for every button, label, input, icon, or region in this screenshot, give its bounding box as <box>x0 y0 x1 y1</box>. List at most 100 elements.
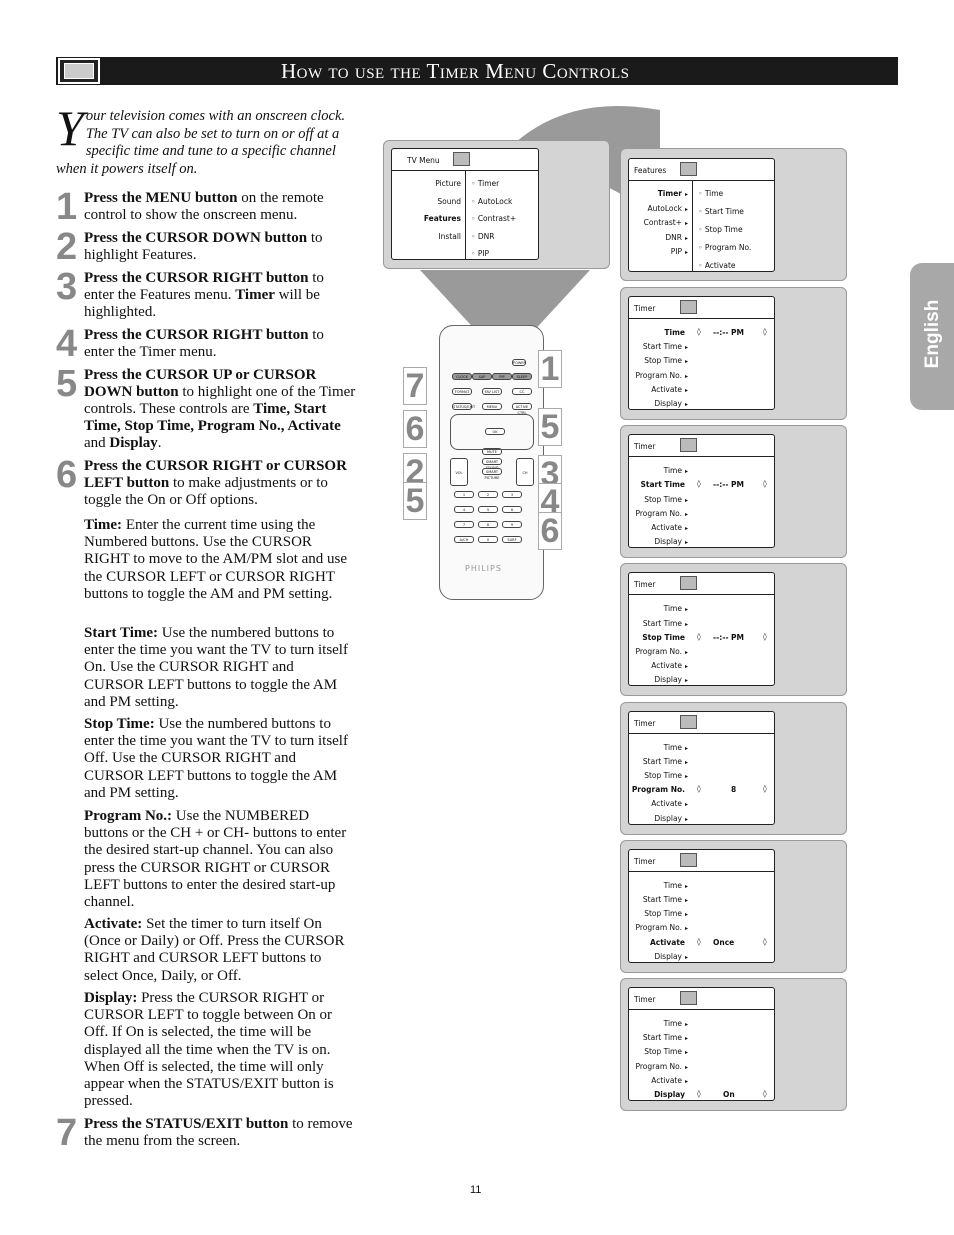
submenu-item: ◦ Activate <box>698 261 736 270</box>
menu-item[interactable]: Start Time ▸ <box>629 619 688 628</box>
menu-icon <box>680 576 697 591</box>
menu-item[interactable]: Program No. ▸ <box>629 647 689 656</box>
menu-item[interactable]: Program No. ▸ <box>629 509 689 518</box>
step-7: 7 Press the STATUS/EXIT button to remove … <box>56 1113 356 1153</box>
step-text: Press the CURSOR RIGHT button to enter t… <box>84 327 356 361</box>
menu-item[interactable]: Program No. <box>629 785 688 794</box>
menu-item[interactable]: AutoLock ▸ <box>629 204 688 213</box>
callout-number: 6 <box>538 512 562 550</box>
arrow-right-icon: ▸ <box>684 953 688 961</box>
volume-rocker[interactable]: VOL <box>450 458 468 486</box>
setting-value: On <box>723 1090 735 1099</box>
step-rest3: . <box>157 435 162 451</box>
menu-item[interactable]: Stop Time ▸ <box>629 909 688 918</box>
menu-item[interactable]: Picture <box>392 179 461 188</box>
menu-item[interactable]: Stop Time ▸ <box>629 356 688 365</box>
menu-item[interactable]: Stop Time ▸ <box>629 495 688 504</box>
menu-item[interactable]: Display ▸ <box>629 814 688 823</box>
remote-button[interactable]: SAP <box>472 373 492 380</box>
remote-button[interactable]: FORMAT <box>452 388 472 395</box>
menu-item[interactable]: Activate <box>629 938 688 947</box>
remote-button[interactable]: 1 <box>454 491 474 498</box>
menu-item[interactable]: Install <box>392 232 461 241</box>
menu-item[interactable]: Time ▸ <box>629 604 688 613</box>
remote-button[interactable]: MENU <box>482 403 502 410</box>
remote-button[interactable]: CC <box>512 388 532 395</box>
menu-item[interactable]: Program No. ▸ <box>629 1062 689 1071</box>
remote-button[interactable]: 5 <box>478 506 498 513</box>
menu-item[interactable]: Display <box>629 1090 688 1099</box>
remote-button[interactable]: ACTIVE CTRL <box>512 403 532 415</box>
menu-item[interactable]: Activate ▸ <box>629 661 688 670</box>
remote-button[interactable]: 9 <box>502 521 522 528</box>
remote-button[interactable]: 0 <box>478 536 498 543</box>
bullet-icon: ◦ <box>471 249 478 258</box>
remote-button[interactable]: 6 <box>502 506 522 513</box>
menu-item[interactable]: Time ▸ <box>629 1019 688 1028</box>
arrow-right-icon: ▸ <box>684 191 688 198</box>
remote-button[interactable]: SMART SOUND <box>482 458 502 470</box>
arrow-right-icon: ▸ <box>684 539 688 547</box>
remote-button[interactable]: FAV LIST <box>482 388 502 395</box>
menu-item[interactable]: Display ▸ <box>629 952 688 961</box>
channel-rocker[interactable]: CH <box>516 458 534 486</box>
menu-icon <box>680 714 697 729</box>
step-text: Press the CURSOR UP or CURSOR DOWN butto… <box>84 367 356 452</box>
remote-button[interactable]: SURF <box>502 536 522 543</box>
step-bold: Press the CURSOR RIGHT button <box>84 270 309 286</box>
menu-item[interactable]: Time ▸ <box>629 743 688 752</box>
step-rest2: and <box>84 435 110 451</box>
menu-item[interactable]: Sound <box>392 197 461 206</box>
menu-item[interactable]: Time ▸ <box>629 466 688 475</box>
setting-value: Once <box>713 937 735 947</box>
menu-item[interactable]: Stop Time ▸ <box>629 1047 688 1056</box>
menu-item[interactable]: Activate ▸ <box>629 523 688 532</box>
arrow-right-icon: ▸ <box>684 606 688 614</box>
menu-item[interactable]: DNR ▸ <box>629 233 688 242</box>
step-number: 5 <box>56 363 78 405</box>
menu-item[interactable]: Features <box>392 214 461 223</box>
menu-item[interactable]: Start Time ▸ <box>629 342 688 351</box>
setting-value: --:-- PM <box>713 480 745 490</box>
menu-item[interactable]: Activate ▸ <box>629 799 688 808</box>
menu-item[interactable]: Display ▸ <box>629 399 688 408</box>
menu-item[interactable]: Start Time ▸ <box>629 895 688 904</box>
arrow-right-icon: ▸ <box>684 1063 688 1071</box>
remote-button[interactable]: CLOCK <box>452 373 472 380</box>
menu-item[interactable]: Activate ▸ <box>629 1076 688 1085</box>
menu-item[interactable]: Contrast+ ▸ <box>629 218 688 227</box>
remote-button[interactable]: SMART PICTURE <box>482 468 502 480</box>
remote-button[interactable]: 2 <box>478 491 498 498</box>
remote-button[interactable]: STATUS/EXIT <box>452 403 475 410</box>
submenu-item: ◦ AutoLock <box>471 196 513 206</box>
remote-button[interactable]: A/CH <box>454 536 474 543</box>
remote-button[interactable]: 7 <box>454 521 474 528</box>
remote-button[interactable]: POWER <box>512 359 526 366</box>
language-tab-label: English <box>922 299 943 369</box>
remote-button[interactable]: 8 <box>478 521 498 528</box>
remote-button[interactable]: SLEEP <box>512 373 532 380</box>
menu-item[interactable]: Program No. ▸ <box>629 371 689 380</box>
cursor-pad[interactable] <box>450 414 534 450</box>
remote-button[interactable]: PIP <box>492 373 512 380</box>
setting-value: --:-- PM <box>713 632 745 642</box>
arrow-right-icon: ▸ <box>684 911 688 919</box>
menu-item[interactable]: Program No. ▸ <box>629 923 689 932</box>
page-title: How to use the Timer Menu Controls <box>281 59 630 83</box>
menu-item[interactable]: Timer ▸ <box>629 189 688 198</box>
menu-item[interactable]: Stop Time ▸ <box>629 771 688 780</box>
menu-item[interactable]: PIP ▸ <box>629 247 688 256</box>
menu-item[interactable]: Stop Time <box>629 633 688 642</box>
remote-button[interactable]: 3 <box>502 491 522 498</box>
menu-item[interactable]: Display ▸ <box>629 537 688 546</box>
menu-item[interactable]: Time <box>629 328 688 337</box>
menu-item[interactable]: Time ▸ <box>629 881 688 890</box>
menu-item[interactable]: Start Time ▸ <box>629 1033 688 1042</box>
menu-item[interactable]: Display ▸ <box>629 675 688 684</box>
menu-item[interactable]: Start Time <box>629 480 688 489</box>
menu-item[interactable]: Start Time ▸ <box>629 757 688 766</box>
menu-title: TV Menu <box>392 149 538 171</box>
menu-item[interactable]: Activate ▸ <box>629 385 688 394</box>
menu-title: Timer <box>629 988 774 1010</box>
remote-button[interactable]: 4 <box>454 506 474 513</box>
